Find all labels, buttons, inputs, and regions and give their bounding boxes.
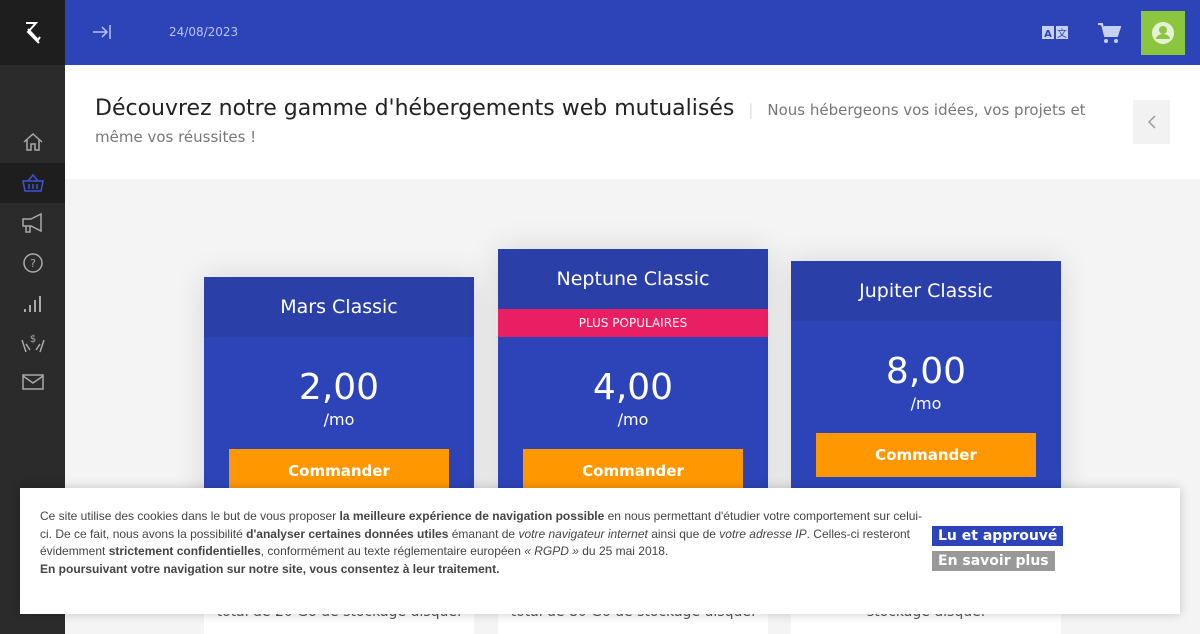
page-title-bar: Découvrez notre gamme d'hébergements web… (65, 65, 1200, 179)
money-hands-icon: $ (20, 334, 45, 353)
title-separator: | (748, 101, 754, 119)
home-icon (23, 132, 42, 151)
top-header: 24/08/2023 A文 (65, 0, 1200, 65)
nav-messages[interactable] (0, 362, 65, 402)
svg-text:?: ? (30, 257, 36, 270)
user-avatar-button[interactable] (1141, 11, 1185, 55)
nav-announcements[interactable] (0, 203, 65, 243)
cookie-banner: Ce site utilise des cookies dans le but … (20, 488, 1180, 614)
accept-cookies-button[interactable]: Lu et approuvé (932, 526, 1064, 546)
help-icon: ? (22, 253, 43, 273)
svg-text:A: A (1044, 29, 1052, 39)
plan-period: /mo (323, 410, 355, 429)
expand-sidebar-icon[interactable] (92, 24, 112, 40)
nav-billing[interactable]: $ (0, 323, 65, 363)
plan-price: 4,00 (592, 367, 674, 408)
order-button[interactable]: Commander (816, 433, 1036, 477)
svg-text:$: $ (29, 334, 35, 345)
chevron-left-icon (1147, 115, 1156, 129)
plan-name: Jupiter Classic (791, 261, 1061, 321)
page-title: Découvrez notre gamme d'hébergements web… (95, 95, 1095, 151)
bar-chart-icon (23, 296, 41, 312)
plan-period: /mo (910, 394, 942, 413)
plan-name: Neptune Classic (498, 249, 768, 309)
logo[interactable] (0, 0, 65, 65)
title-main: Découvrez notre gamme d'hébergements web… (95, 96, 735, 121)
learn-more-button[interactable]: En savoir plus (932, 551, 1055, 571)
plan-price: 8,00 (885, 351, 967, 392)
plan-period: /mo (617, 410, 649, 429)
megaphone-icon (21, 212, 42, 233)
order-button[interactable]: Commander (523, 449, 743, 493)
nav-stats[interactable] (0, 284, 65, 324)
current-date: 24/08/2023 (169, 25, 239, 39)
popular-badge: PLUS POPULAIRES (498, 309, 768, 337)
cookie-text: Ce site utilise des cookies dans le but … (40, 509, 923, 576)
nav-help[interactable]: ? (0, 243, 65, 283)
nav-shop[interactable] (0, 163, 65, 203)
nav-home[interactable] (0, 122, 65, 162)
svg-text:文: 文 (1057, 27, 1067, 39)
cart-icon[interactable] (1097, 22, 1121, 44)
user-icon (1152, 22, 1174, 44)
mail-icon (21, 374, 44, 390)
translate-icon[interactable]: A文 (1042, 26, 1068, 39)
logo-icon (25, 21, 41, 44)
plan-price: 2,00 (298, 367, 380, 408)
back-button[interactable] (1133, 100, 1170, 144)
plan-name: Mars Classic (204, 277, 474, 337)
basket-icon (21, 173, 44, 192)
order-button[interactable]: Commander (229, 449, 449, 493)
